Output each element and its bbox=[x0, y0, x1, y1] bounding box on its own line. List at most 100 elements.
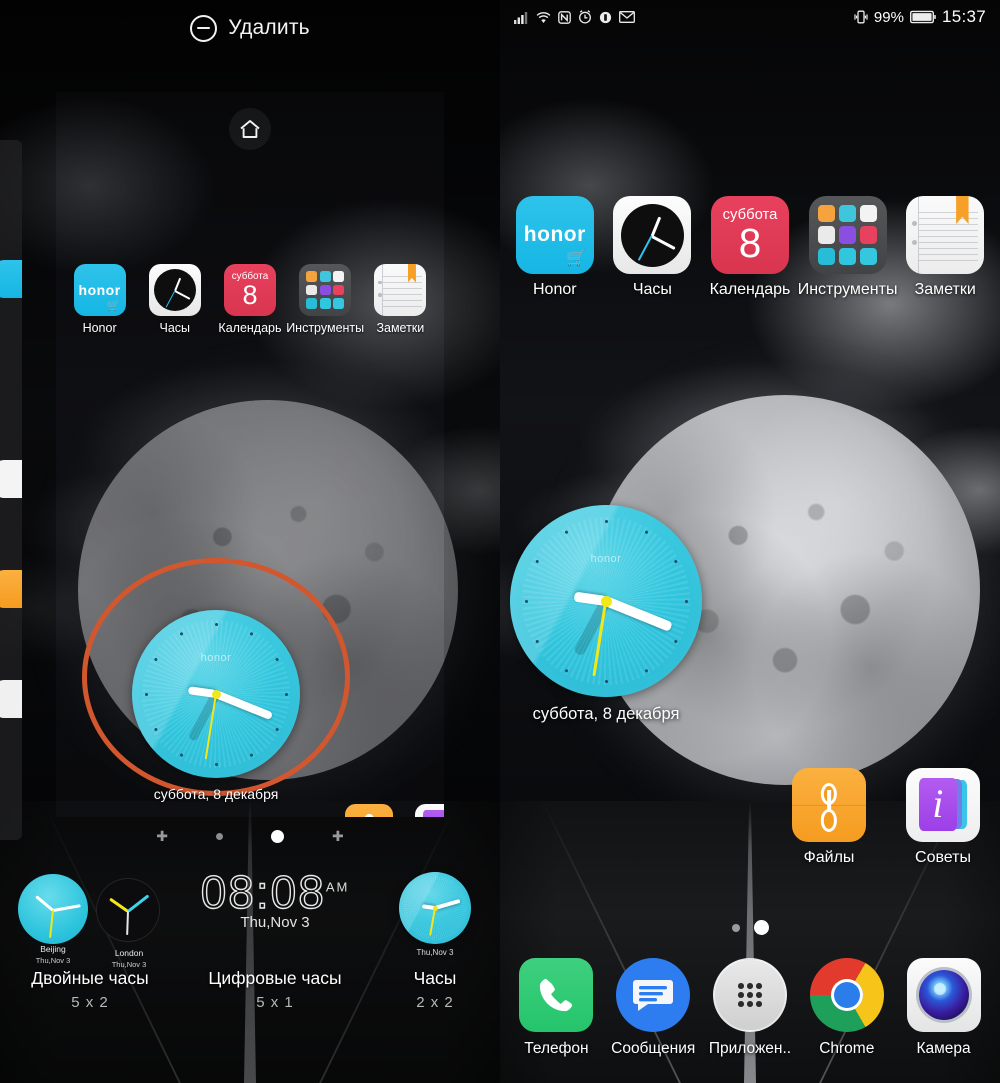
home-clock-date: суббота, 8 декабря bbox=[532, 705, 680, 723]
widget-option-analog-clock[interactable]: Thu,Nov 3 Часы 2 x 2 bbox=[370, 868, 500, 1068]
alarm-icon bbox=[579, 10, 591, 24]
wifi-icon bbox=[536, 11, 551, 23]
preview-app-tools[interactable]: Инструменты bbox=[286, 264, 364, 335]
vibrate-icon bbox=[599, 11, 612, 23]
home-screen-preview-card[interactable]: honor 🛒 Honor Часы суббота 8 Календарь И… bbox=[56, 92, 444, 817]
widget-thumb: Beijing Thu,Nov 3 London Thu,Nov 3 bbox=[0, 868, 180, 969]
clock-app-icon bbox=[148, 264, 201, 316]
home-app-label: Инструменты bbox=[797, 281, 898, 298]
clock-brand-label: honor bbox=[590, 553, 622, 565]
home-app-calendar[interactable]: суббота 8 Календарь bbox=[704, 196, 796, 299]
page-dot[interactable] bbox=[731, 923, 740, 932]
analog-clock-face: honor bbox=[510, 505, 702, 697]
notes-icon bbox=[906, 196, 985, 274]
dock-app-phone[interactable]: Телефон bbox=[511, 958, 601, 1058]
preview-shortcut-files[interactable]: Файлы bbox=[344, 804, 394, 817]
analog-clock-face: honor bbox=[132, 610, 300, 778]
dock-app-chrome[interactable]: Chrome bbox=[802, 958, 892, 1058]
dock-app-camera[interactable]: Камера bbox=[899, 958, 989, 1058]
camera-icon bbox=[906, 958, 981, 1032]
preview-app-label: Календарь bbox=[218, 321, 282, 335]
widget-option-name: Двойные часы bbox=[31, 968, 149, 988]
preview-app-clock[interactable]: Часы bbox=[140, 264, 210, 335]
status-bar-clock: 15:37 bbox=[941, 7, 986, 26]
signal-bars-icon bbox=[514, 11, 528, 24]
digital-clock-meridiem: AM bbox=[325, 879, 350, 895]
widget-picker-carousel[interactable]: Beijing Thu,Nov 3 London Thu,Nov 3 Двойн… bbox=[0, 866, 500, 1068]
dock-app-label: Приложен.. bbox=[708, 1040, 792, 1057]
analog-clock-thumb-date: Thu,Nov 3 bbox=[416, 948, 454, 957]
dock-app-messages[interactable]: Сообщения bbox=[608, 958, 698, 1058]
battery-percent-label: 99% bbox=[873, 8, 904, 26]
remove-button[interactable]: Удалить bbox=[190, 14, 310, 42]
analog-clock-widget-thumb: Thu,Nov 3 bbox=[395, 868, 475, 960]
home-app-label: Часы bbox=[632, 281, 672, 298]
home-dock: Телефон Сообщения Приложен.. Chrome Каме… bbox=[500, 958, 1000, 1058]
status-bar-right-icons: 99% 15:37 bbox=[854, 7, 986, 27]
preview-app-calendar[interactable]: суббота 8 Календарь bbox=[215, 264, 285, 335]
widget-option-dual-clock[interactable]: Beijing Thu,Nov 3 London Thu,Nov 3 Двойн… bbox=[0, 868, 180, 1068]
status-bar-left-icons bbox=[514, 10, 635, 24]
widget-thumb: Thu,Nov 3 bbox=[395, 868, 475, 964]
battery-icon bbox=[909, 10, 936, 24]
dual-clock-widget-thumb: Beijing Thu,Nov 3 London Thu,Nov 3 bbox=[0, 868, 180, 969]
widget-option-digital-clock[interactable]: 08:08AM Thu,Nov 3 Цифровые часы 5 x 1 bbox=[180, 866, 370, 1068]
digital-clock-time: 08:08AM bbox=[200, 866, 350, 918]
calendar-day: 8 bbox=[738, 219, 762, 266]
peek-icon-blue bbox=[0, 680, 22, 718]
preview-app-honor[interactable]: honor 🛒 Honor bbox=[65, 264, 135, 335]
dock-app-drawer[interactable]: Приложен.. bbox=[705, 958, 795, 1058]
status-bar: 99% 15:37 bbox=[500, 0, 1000, 34]
home-app-honor[interactable]: honor 🛒 Honor bbox=[509, 196, 601, 299]
tools-folder-icon bbox=[299, 264, 352, 316]
page-indicator-row: ✚ ✚ bbox=[56, 826, 444, 846]
home-app-notes[interactable]: Заметки bbox=[899, 196, 991, 299]
home-app-row: honor 🛒 Honor Часы суббота 8 Календарь И… bbox=[506, 196, 994, 299]
preview-clock-date: суббота, 8 декабря bbox=[153, 786, 279, 802]
files-icon bbox=[792, 768, 866, 842]
adjacent-page-peek[interactable] bbox=[0, 140, 22, 840]
peek-icon-white bbox=[0, 460, 22, 498]
widget-thumb: 08:08AM Thu,Nov 3 bbox=[180, 866, 370, 964]
editor-top-bar: Удалить bbox=[0, 0, 500, 56]
tools-folder-icon bbox=[808, 196, 887, 274]
home-clock-widget[interactable]: honor суббота, 8 декабря bbox=[510, 505, 702, 723]
home-app-tools[interactable]: Инструменты bbox=[798, 196, 897, 299]
page-dot[interactable] bbox=[216, 832, 223, 840]
preview-shortcut-row: Файлы i Советы bbox=[344, 804, 444, 817]
add-page-icon[interactable]: ✚ bbox=[332, 829, 344, 843]
dual-clock-caption-london: London Thu,Nov 3 bbox=[111, 948, 147, 969]
page-dot-active[interactable] bbox=[753, 920, 769, 935]
widget-option-name: Цифровые часы bbox=[208, 968, 342, 988]
clock-app-icon bbox=[613, 196, 692, 274]
home-app-clock[interactable]: Часы bbox=[606, 196, 698, 299]
add-page-icon[interactable]: ✚ bbox=[156, 829, 168, 843]
preview-app-label: Инструменты bbox=[286, 321, 365, 335]
tips-icon: i bbox=[415, 804, 444, 817]
preview-app-notes[interactable]: Заметки bbox=[365, 264, 435, 335]
tips-icon: i bbox=[906, 768, 980, 842]
preview-app-label: Часы bbox=[159, 321, 191, 335]
home-shortcut-row: Файлы i Советы bbox=[784, 768, 1000, 867]
calendar-day: 8 bbox=[242, 280, 258, 311]
honor-icon: honor 🛒 bbox=[73, 264, 126, 316]
preview-app-label: Honor bbox=[82, 321, 117, 335]
home-shortcut-files[interactable]: Файлы bbox=[784, 768, 874, 867]
home-shortcut-label: Советы bbox=[915, 849, 971, 866]
remove-button-label: Удалить bbox=[228, 16, 310, 39]
dock-app-label: Сообщения bbox=[611, 1040, 696, 1057]
left-editor-pane: Удалить honor 🛒 Honor Часы суббота 8 Кал… bbox=[0, 0, 500, 1083]
widget-option-size: 2 x 2 bbox=[416, 994, 454, 1011]
dock-app-label: Chrome bbox=[819, 1040, 875, 1057]
digital-clock-widget-thumb: 08:08AM Thu,Nov 3 bbox=[180, 866, 370, 960]
home-shortcut-label: Файлы bbox=[803, 849, 855, 866]
home-shortcut-tips[interactable]: i Советы bbox=[898, 768, 988, 867]
peek-icon-orange bbox=[0, 570, 22, 608]
preview-shortcut-tips[interactable]: i Советы bbox=[414, 804, 444, 817]
home-icon[interactable] bbox=[229, 108, 271, 150]
preview-app-row: honor 🛒 Honor Часы суббота 8 Календарь И… bbox=[62, 264, 438, 335]
page-dot-active[interactable] bbox=[271, 829, 284, 843]
vibrate-icon bbox=[854, 10, 868, 24]
dock-app-label: Камера bbox=[916, 1040, 971, 1057]
preview-clock-widget[interactable]: honor суббота, 8 декабря bbox=[132, 610, 300, 802]
